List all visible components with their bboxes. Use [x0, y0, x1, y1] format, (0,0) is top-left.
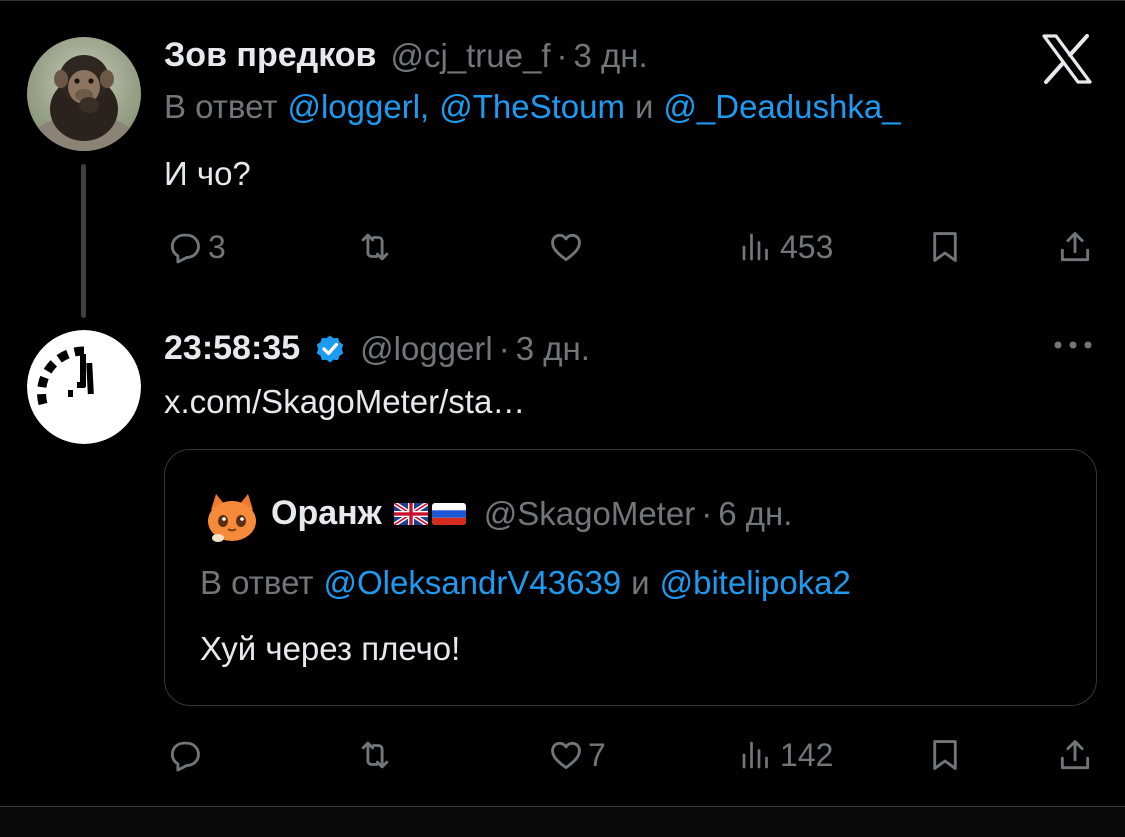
cat-avatar-icon — [208, 494, 256, 542]
timestamp[interactable]: 3 дн. — [516, 330, 590, 368]
mention-link[interactable]: @bitelipoka2 — [660, 564, 851, 602]
views-count: 453 — [780, 228, 834, 265]
mention-link[interactable]: @_Deadushka_ — [663, 88, 900, 126]
author-handle[interactable]: @loggerl — [360, 330, 493, 368]
share-button[interactable] — [1056, 228, 1094, 266]
reply-prefix: В ответ — [164, 88, 278, 125]
quote-author-name[interactable]: Оранж — [271, 494, 382, 533]
share-icon — [1060, 232, 1090, 262]
russia-flag-icon — [431, 502, 466, 525]
verified-badge-icon — [312, 331, 348, 367]
uk-flag-icon — [393, 502, 428, 525]
thread-line — [81, 164, 86, 318]
views-icon — [742, 741, 768, 769]
bookmark-button[interactable] — [926, 228, 964, 266]
like-button[interactable]: 7 — [546, 736, 606, 774]
reply-conjunction: и — [634, 88, 654, 125]
views-icon — [742, 233, 768, 261]
reply-button[interactable]: 3 — [166, 228, 226, 266]
tweet-header: 23:58:35 @loggerl · 3 дн. — [164, 329, 590, 368]
quote-reply-context: В ответ @OleksandrV43639 и @bitelipoka2 — [200, 564, 851, 602]
like-count: 7 — [588, 736, 606, 773]
author-name[interactable]: 23:58:35 — [164, 329, 300, 368]
repost-button[interactable] — [355, 228, 395, 266]
tweet-text: И чо? — [164, 155, 251, 192]
repost-icon — [361, 233, 389, 261]
reply-icon — [170, 741, 200, 772]
views-button[interactable]: 142 — [738, 736, 833, 774]
x-logo-icon[interactable] — [1041, 34, 1093, 89]
flags — [393, 502, 466, 525]
quote-text: Хуй через плечо! — [200, 630, 461, 667]
avatar[interactable] — [27, 330, 141, 444]
top-divider — [0, 0, 1125, 1]
separator-dot: · — [498, 329, 510, 367]
share-icon — [1060, 740, 1090, 770]
reply-conjunction: и — [631, 564, 650, 601]
more-dots-icon[interactable] — [1052, 338, 1094, 357]
views-count: 142 — [780, 736, 834, 773]
mention-link[interactable]: @loggerl, — [287, 88, 429, 126]
quote-author-handle[interactable]: @SkagoMeter — [484, 495, 695, 533]
heart-icon — [551, 233, 581, 262]
share-button[interactable] — [1056, 736, 1094, 774]
reply-count: 3 — [208, 228, 226, 265]
reply-button[interactable] — [166, 736, 204, 774]
separator-dot: · — [556, 36, 568, 74]
reply-prefix: В ответ — [200, 564, 314, 601]
heart-icon — [551, 741, 581, 770]
quote-header: Оранж @SkagoMeter · 6 дн. — [271, 494, 792, 533]
reply-icon — [170, 233, 200, 264]
bookmark-icon — [933, 740, 957, 770]
quote-avatar[interactable] — [203, 488, 261, 546]
next-item-edge — [0, 807, 1125, 837]
bookmark-icon — [933, 232, 957, 262]
doomsday-clock-avatar-icon — [27, 330, 141, 444]
mention-link[interactable]: @TheStoum — [439, 88, 625, 126]
like-button[interactable] — [546, 228, 586, 266]
avatar[interactable] — [27, 37, 141, 151]
mention-link[interactable]: @OleksandrV43639 — [323, 564, 621, 602]
bookmark-button[interactable] — [926, 736, 964, 774]
author-name[interactable]: Зов предков — [164, 36, 376, 75]
timestamp[interactable]: 3 дн. — [574, 37, 648, 75]
author-handle[interactable]: @cj_true_f — [390, 37, 550, 75]
tweet-link[interactable]: x.com/SkagoMeter/sta… — [164, 383, 525, 421]
tweet-header: Зов предков @cj_true_f · 3 дн. — [164, 36, 648, 75]
chimp-avatar-icon — [27, 37, 141, 151]
views-button[interactable]: 453 — [738, 228, 833, 266]
reply-context: В ответ @loggerl, @TheStoum и @_Deadushk… — [164, 88, 901, 126]
repost-icon — [361, 741, 389, 769]
repost-button[interactable] — [355, 736, 395, 774]
quote-timestamp[interactable]: 6 дн. — [718, 495, 792, 533]
separator-dot: · — [701, 494, 713, 532]
